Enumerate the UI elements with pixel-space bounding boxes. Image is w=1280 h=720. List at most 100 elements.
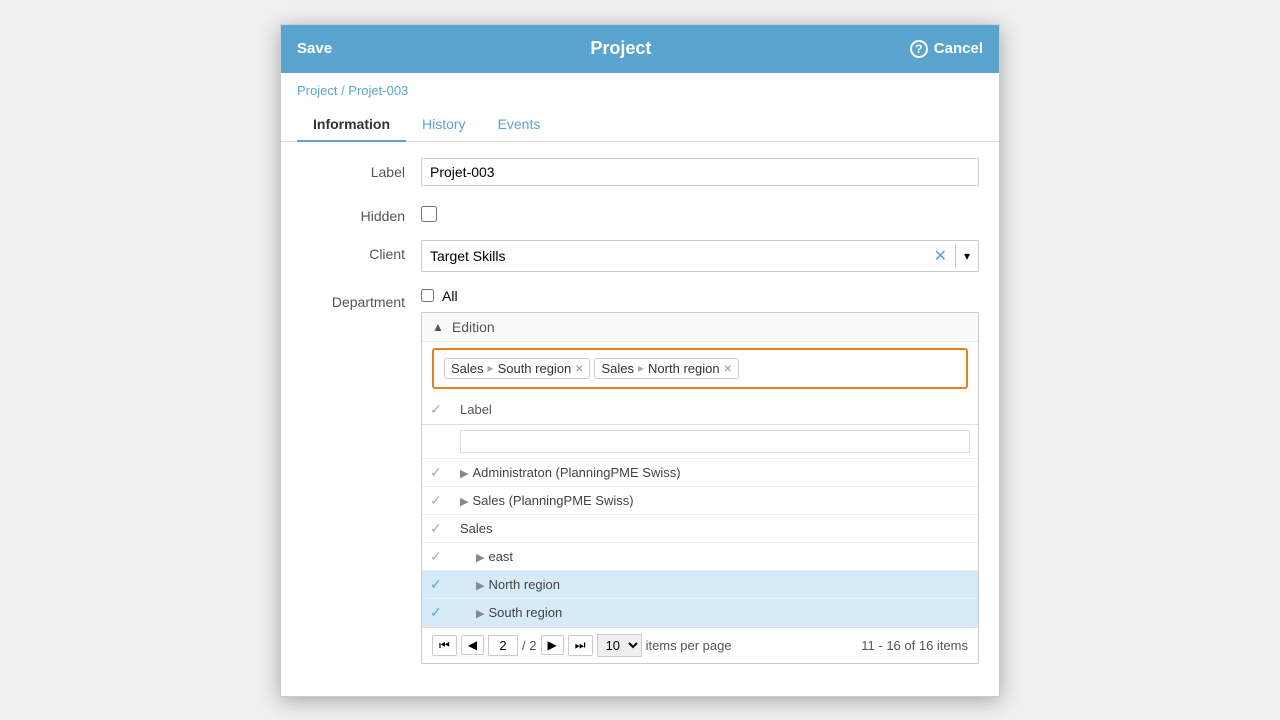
pagination-controls: ⏮ ◀ / 2 ▶ ⏭ 10 25 50 items per page: [432, 634, 732, 657]
client-dropdown: Target Skills ✕ ▾: [421, 240, 979, 272]
label-field-control: [421, 158, 979, 186]
row-check-icon-checked[interactable]: ✓: [430, 576, 442, 592]
row-label-cell: ▶South region: [452, 598, 978, 626]
row-label-cell: Sales: [452, 514, 978, 542]
total-pages: / 2: [522, 638, 536, 653]
client-field-control: Target Skills ✕ ▾: [421, 240, 979, 272]
tag-south-arrow-icon: ▸: [488, 361, 494, 375]
expand-icon[interactable]: ▶: [476, 608, 484, 620]
row-label-cell: ▶North region: [452, 570, 978, 598]
expand-icon[interactable]: ▶: [476, 552, 484, 564]
row-label-cell: ▶east: [452, 542, 978, 570]
table-row: ✓ Sales: [422, 514, 978, 542]
row-check-cell: ✓: [422, 514, 452, 542]
table-row-selected: ✓ ▶South region: [422, 598, 978, 626]
department-field-label: Department: [301, 288, 421, 310]
department-box: ▲ Edition Sales ▸ South region × Sales: [421, 312, 979, 664]
row-check-icon[interactable]: ✓: [430, 492, 442, 508]
items-per-page-select[interactable]: 10 25 50: [597, 634, 642, 657]
tab-history[interactable]: History: [406, 108, 482, 142]
hidden-row: Hidden: [301, 202, 979, 224]
row-label-cell: ▶Sales (PlanningPME Swiss): [452, 486, 978, 514]
tag-north-region: Sales ▸ North region ×: [594, 358, 738, 379]
client-dropdown-arrow[interactable]: ▾: [955, 244, 978, 268]
cancel-area: ? Cancel: [910, 40, 983, 58]
department-row: Department All ▲ Edition: [301, 288, 979, 664]
row-check-icon[interactable]: ✓: [430, 548, 442, 564]
search-check-cell: [422, 424, 452, 458]
department-field-control: All ▲ Edition Sales ▸ South region: [421, 288, 979, 664]
row-check-cell: ✓: [422, 486, 452, 514]
prev-page-button[interactable]: ◀: [461, 635, 484, 655]
edition-toggle-icon[interactable]: ▲: [432, 320, 444, 334]
last-page-button[interactable]: ⏭: [568, 635, 593, 656]
page-input[interactable]: [488, 635, 518, 656]
search-input-cell: [452, 424, 978, 458]
label-row: Label: [301, 158, 979, 186]
next-page-button[interactable]: ▶: [541, 635, 564, 655]
tag-north-remove-button[interactable]: ×: [724, 361, 732, 375]
cancel-button[interactable]: Cancel: [934, 40, 983, 57]
breadcrumb: Project / Projet-003: [281, 73, 999, 108]
table-row: ✓ ▶Administraton (PlanningPME Swiss): [422, 458, 978, 486]
client-field-label: Client: [301, 240, 421, 262]
table-row: ✓ ▶east: [422, 542, 978, 570]
form-body: Label Hidden Client Target Skills ✕ ▾: [281, 142, 999, 696]
hidden-field-label: Hidden: [301, 202, 421, 224]
modal-title: Project: [590, 38, 651, 59]
table-body: ✓ ▶Administraton (PlanningPME Swiss) ✓ ▶…: [422, 458, 978, 626]
table-row-selected: ✓ ▶North region: [422, 570, 978, 598]
tag-south-region: Sales ▸ South region ×: [444, 358, 590, 379]
client-row: Client Target Skills ✕ ▾: [301, 240, 979, 272]
first-page-button[interactable]: ⏮: [432, 635, 457, 656]
edition-row: ▲ Edition: [422, 313, 978, 342]
col-label: Label: [452, 395, 978, 425]
client-value: Target Skills: [422, 243, 926, 269]
row-check-cell: ✓: [422, 598, 452, 626]
tag-south-name: South region: [498, 361, 572, 376]
row-check-cell: ✓: [422, 458, 452, 486]
label-field-label: Label: [301, 158, 421, 180]
tab-information[interactable]: Information: [297, 108, 406, 142]
tag-south-path: Sales: [451, 361, 484, 376]
hidden-checkbox[interactable]: [421, 206, 437, 222]
help-icon[interactable]: ?: [910, 40, 928, 58]
row-check-icon-checked[interactable]: ✓: [430, 604, 442, 620]
items-per-page-label: items per page: [646, 638, 732, 653]
modal-container: Save Project ? Cancel Project / Projet-0…: [280, 24, 1000, 697]
pagination: ⏮ ◀ / 2 ▶ ⏭ 10 25 50 items per page: [422, 627, 978, 663]
pagination-range: 11 - 16 of 16 items: [861, 638, 968, 653]
row-label-cell: ▶Administraton (PlanningPME Swiss): [452, 458, 978, 486]
edition-label: Edition: [452, 319, 495, 335]
hidden-checkbox-wrapper: [421, 202, 979, 222]
col-check: ✓: [422, 395, 452, 425]
department-search-input[interactable]: [460, 430, 970, 453]
tabs-container: Information History Events: [281, 108, 999, 142]
department-table: ✓ Label: [422, 395, 978, 627]
expand-icon[interactable]: ▶: [460, 468, 468, 480]
modal-header: Save Project ? Cancel: [281, 25, 999, 73]
dept-all-row: All: [421, 288, 979, 304]
expand-icon[interactable]: ▶: [476, 580, 484, 592]
save-button[interactable]: Save: [297, 40, 332, 57]
client-clear-button[interactable]: ✕: [926, 241, 955, 271]
tab-events[interactable]: Events: [482, 108, 557, 142]
tags-area: Sales ▸ South region × Sales ▸ North reg…: [432, 348, 968, 389]
label-input[interactable]: [421, 158, 979, 186]
dept-all-checkbox[interactable]: [421, 289, 434, 302]
hidden-field-control: [421, 202, 979, 222]
expand-icon[interactable]: ▶: [460, 496, 468, 508]
breadcrumb-link[interactable]: Project / Projet-003: [297, 83, 408, 98]
dept-all-label: All: [442, 288, 458, 304]
row-check-icon[interactable]: ✓: [430, 464, 442, 480]
table-row: ✓ ▶Sales (PlanningPME Swiss): [422, 486, 978, 514]
header-check-icon[interactable]: ✓: [430, 401, 442, 417]
table-search-row: [422, 424, 978, 458]
row-check-cell: ✓: [422, 542, 452, 570]
tag-south-remove-button[interactable]: ×: [575, 361, 583, 375]
table-header-row: ✓ Label: [422, 395, 978, 425]
row-check-cell: ✓: [422, 570, 452, 598]
row-check-icon[interactable]: ✓: [430, 520, 442, 536]
tag-north-name: North region: [648, 361, 720, 376]
tag-north-arrow-icon: ▸: [638, 361, 644, 375]
